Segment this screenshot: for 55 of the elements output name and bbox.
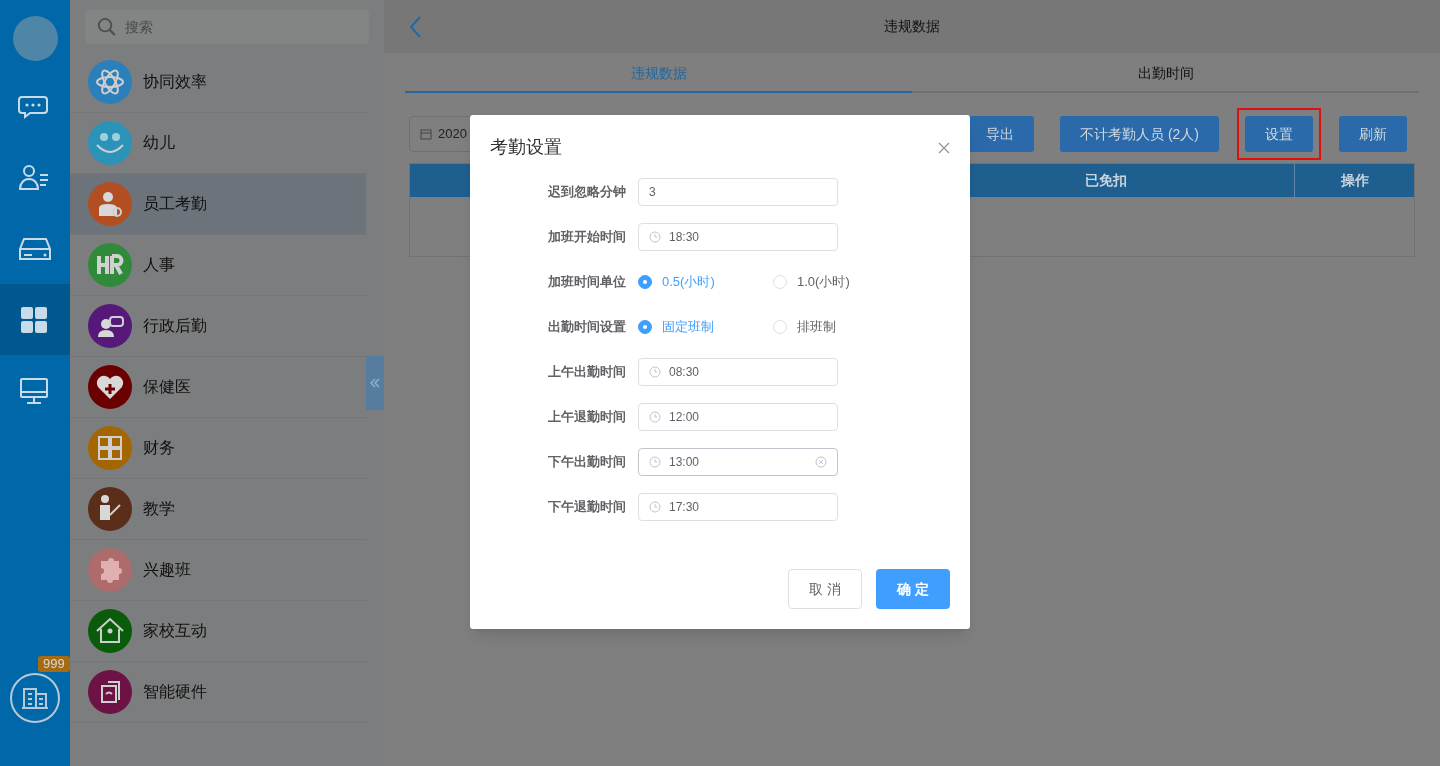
column-header: 操作 bbox=[1294, 164, 1414, 197]
calendar-icon bbox=[420, 128, 432, 140]
radio-option[interactable]: 排班制 bbox=[773, 317, 836, 337]
clock-icon bbox=[649, 366, 661, 378]
app-list-item[interactable]: 员工考勤 bbox=[70, 174, 366, 235]
dialog-title: 考勤设置 bbox=[490, 136, 562, 159]
search-input[interactable]: 搜索 bbox=[124, 16, 357, 38]
field-label: 迟到忽略分钟 bbox=[547, 183, 627, 202]
field-label: 出勤时间设置 bbox=[547, 318, 627, 337]
radio-option[interactable]: 1.0(小时) bbox=[773, 272, 850, 292]
clock-icon bbox=[649, 456, 661, 468]
page-title: 违规数据 bbox=[884, 17, 940, 36]
clock-icon bbox=[649, 411, 661, 423]
input-field[interactable]: 3 bbox=[638, 178, 838, 206]
time-field[interactable]: 08:30 bbox=[638, 358, 838, 386]
app-list-item[interactable]: 家校互动 bbox=[70, 601, 366, 662]
confirm-button[interactable]: 确 定 bbox=[876, 569, 950, 609]
clock-icon bbox=[649, 231, 661, 243]
time-field[interactable]: 12:00 bbox=[638, 403, 838, 431]
field-label: 上午退勤时间 bbox=[547, 408, 627, 427]
radio-button[interactable] bbox=[638, 275, 652, 289]
app-list-item[interactable]: 教学 bbox=[70, 479, 366, 540]
app-list-item[interactable]: 财务 bbox=[70, 418, 366, 479]
building-icon bbox=[21, 686, 49, 710]
search-field[interactable]: 搜索 bbox=[85, 10, 369, 44]
app-list-item[interactable]: 人事 bbox=[70, 235, 366, 296]
radio-option[interactable]: 0.5(小时) bbox=[638, 272, 773, 292]
count-badge: 999 bbox=[38, 656, 70, 672]
cancel-button[interactable]: 取 消 bbox=[788, 569, 862, 609]
app-list-item[interactable]: 保健医 bbox=[70, 357, 366, 418]
field-label: 下午出勤时间 bbox=[547, 453, 627, 472]
app-list-item[interactable]: 兴趣班 bbox=[70, 540, 366, 601]
time-field[interactable]: 17:30 bbox=[638, 493, 838, 521]
organization-button[interactable] bbox=[10, 673, 60, 723]
app-list-item[interactable]: 协同效率 bbox=[70, 52, 366, 113]
collapse-handle[interactable] bbox=[366, 356, 384, 410]
radio-button[interactable] bbox=[638, 320, 652, 334]
app-list-item[interactable]: 智能硬件 bbox=[70, 662, 366, 723]
search-icon bbox=[97, 16, 117, 38]
time-field[interactable]: 13:00 bbox=[638, 448, 838, 476]
app-list-item[interactable]: 行政后勤 bbox=[70, 296, 366, 357]
clear-icon bbox=[815, 456, 827, 468]
radio-option[interactable]: 固定班制 bbox=[638, 317, 773, 337]
close-icon[interactable] bbox=[938, 141, 950, 154]
toolbar-button[interactable]: 不计考勤人员 (2人) bbox=[1060, 116, 1219, 152]
clock-icon bbox=[649, 501, 661, 513]
field-label: 上午出勤时间 bbox=[547, 363, 627, 382]
field-label: 加班开始时间 bbox=[547, 228, 627, 247]
toolbar-button[interactable]: 刷新 bbox=[1339, 116, 1407, 152]
double-chevron-icon bbox=[369, 377, 381, 389]
field-label: 下午退勤时间 bbox=[547, 498, 627, 517]
field-label: 加班时间单位 bbox=[547, 273, 627, 292]
toolbar-button[interactable]: 设置 bbox=[1245, 116, 1313, 152]
tab[interactable]: 出勤时间 bbox=[912, 55, 1419, 93]
time-field[interactable]: 18:30 bbox=[638, 223, 838, 251]
